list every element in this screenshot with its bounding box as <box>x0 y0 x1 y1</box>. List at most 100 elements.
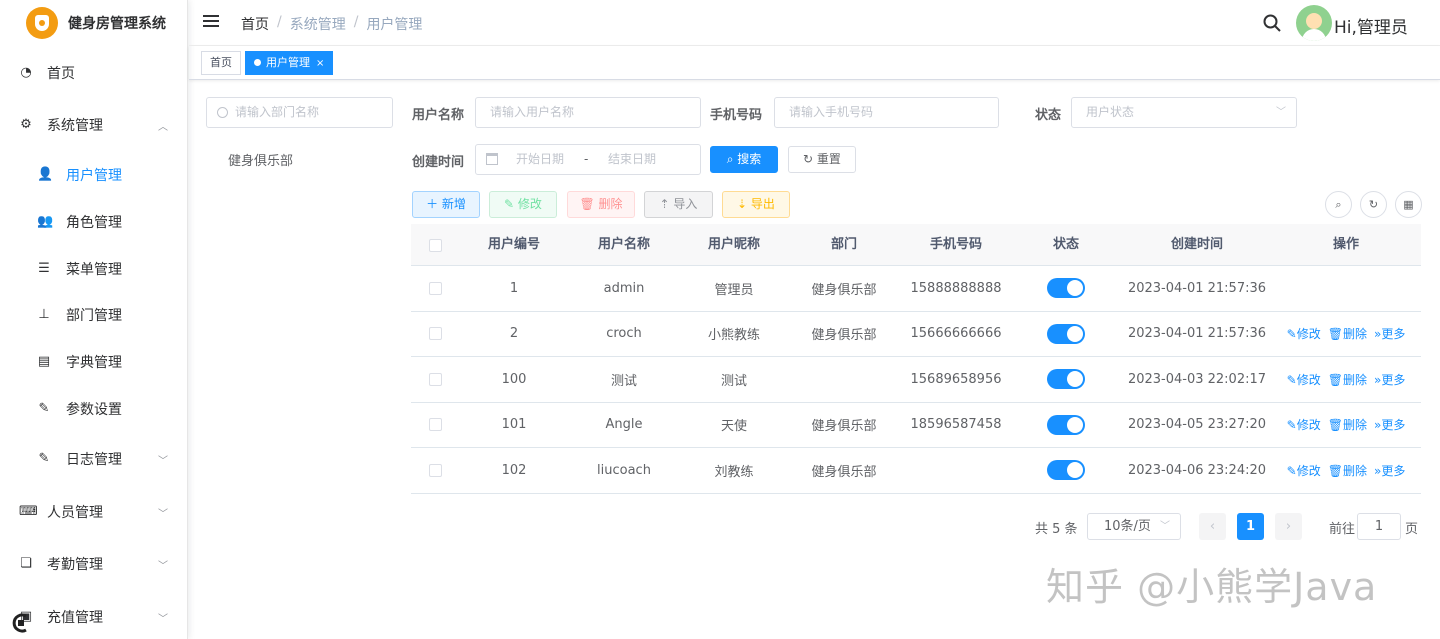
delete-button[interactable]: 🗑 删除 <box>567 191 635 218</box>
search-button[interactable]: ⌕ 搜索 <box>710 146 778 173</box>
search-icon[interactable] <box>1263 14 1281 32</box>
breadcrumb-item[interactable]: 系统管理 <box>290 14 346 34</box>
reset-button[interactable]: ↻ 重置 <box>788 146 856 173</box>
sidebar-item[interactable]: 👥 角色管理 <box>0 202 187 242</box>
prev-page-button[interactable]: ‹ <box>1199 513 1226 540</box>
refresh-icon: ↻ <box>803 152 817 166</box>
sidebar-item-label: 菜单管理 <box>66 262 122 278</box>
hamburger-icon[interactable] <box>203 15 219 29</box>
page-number[interactable]: 1 <box>1237 513 1264 540</box>
page-size-select[interactable]: 10条/页 ﹀ <box>1087 513 1181 540</box>
goto-page-input[interactable]: 1 <box>1357 513 1401 540</box>
dept-search-input[interactable]: 请输入部门名称 <box>206 97 393 128</box>
columns-icon[interactable]: ▦ <box>1395 191 1422 218</box>
status-switch[interactable] <box>1047 460 1085 481</box>
sidebar-item[interactable]: ◔ 首页 <box>0 53 187 93</box>
row-checkbox[interactable] <box>428 418 442 432</box>
status-switch[interactable] <box>1047 323 1085 344</box>
sidebar-item[interactable]: ☰ 菜单管理 <box>0 249 187 289</box>
row-checkbox[interactable] <box>428 327 442 341</box>
sidebar: 健身房管理系统 ◔ 首页 ⚙ 系统管理 ︿ 👤 用户管理 👥 角色管理 ☰ 菜单管理 ⊥ 部门管理 ▤ 字典… <box>0 0 188 639</box>
row-more-link[interactable]: »更多 <box>1374 371 1405 388</box>
close-icon[interactable]: × <box>316 58 324 69</box>
row-edit-link[interactable]: ✎修改 <box>1287 416 1321 433</box>
status-select[interactable]: 用户状态 ﹀ <box>1071 97 1297 128</box>
sidebar-item[interactable]: 👤 用户管理 <box>0 155 187 195</box>
sidebar-item[interactable]: ⚙ 系统管理 ︿ <box>0 105 187 145</box>
sidebar-item[interactable]: ✎ 日志管理 ﹀ <box>0 439 187 479</box>
sidebar-item[interactable]: ❏ 考勤管理 ﹀ <box>0 544 187 584</box>
row-checkbox[interactable] <box>428 372 442 386</box>
avatar[interactable] <box>1296 5 1332 41</box>
status-switch[interactable] <box>1047 369 1085 390</box>
row-more-link[interactable]: »更多 <box>1374 416 1405 433</box>
cell-created: 2023-04-03 22:02:17 <box>1127 371 1267 387</box>
logo[interactable]: 健身房管理系统 <box>0 0 187 46</box>
breadcrumb-separator: / <box>277 14 282 30</box>
tag-label: 用户管理 <box>266 56 310 69</box>
sidebar-item[interactable]: ⊥ 部门管理 <box>0 295 187 335</box>
row-more-link[interactable]: »更多 <box>1374 325 1405 342</box>
column-header: 状态 <box>1052 237 1079 252</box>
row-delete-link[interactable]: 🗑删除 <box>1328 462 1367 479</box>
next-page-button[interactable]: › <box>1275 513 1302 540</box>
cell-id: 102 <box>501 462 527 478</box>
upload-icon: ⇡ <box>659 197 674 211</box>
row-more-link[interactable]: »更多 <box>1374 462 1405 479</box>
tree-node[interactable]: 健身俱乐部 <box>228 150 293 169</box>
active-dot-icon <box>254 58 261 66</box>
import-button[interactable]: ⇡ 导入 <box>644 191 713 218</box>
toggle-search-icon[interactable]: ⌕ <box>1325 191 1352 218</box>
row-edit-link[interactable]: ✎修改 <box>1287 325 1321 342</box>
row-edit-link[interactable]: ✎修改 <box>1287 462 1321 479</box>
username-input[interactable]: 请输入用户名称 <box>475 97 701 128</box>
pagination-total: 共 5 条 <box>1035 522 1078 537</box>
phone-label: 手机号码 <box>710 108 763 123</box>
chevron-down-icon: ﹀ <box>1160 521 1170 532</box>
row-checkbox[interactable] <box>428 463 442 477</box>
tag-home[interactable]: 首页 <box>201 51 241 75</box>
chevron-down-icon: ﹀ <box>158 455 168 467</box>
breadcrumb-item: 用户管理 <box>366 17 423 33</box>
breadcrumb: 首页 / 系统管理 / 用户管理 <box>241 14 422 34</box>
button-label: 重置 <box>816 152 841 166</box>
sidebar-item[interactable]: ⌨ 人员管理 ﹀ <box>0 492 187 532</box>
table-row: 101 Angle 天使 健身俱乐部 18596587458 2023-04-05 23:… <box>411 403 1421 448</box>
table-row: 1 admin 管理员 健身俱乐部 15888888888 2023-04-01 21:5… <box>411 266 1421 312</box>
row-edit-link[interactable]: ✎修改 <box>1287 371 1321 388</box>
refresh-icon[interactable]: ↻ <box>1360 191 1387 218</box>
edit-icon: ✎ <box>38 401 50 416</box>
cell-nickname: 管理员 <box>714 282 754 298</box>
row-checkbox[interactable] <box>428 281 442 295</box>
cell-dept: 健身俱乐部 <box>811 419 877 435</box>
sidebar-item[interactable]: ▤ 字典管理 <box>0 342 187 382</box>
row-delete-link[interactable]: 🗑删除 <box>1328 325 1367 342</box>
cell-created: 2023-04-01 21:57:36 <box>1127 326 1267 342</box>
cell-username: admin <box>603 280 645 296</box>
breadcrumb-item[interactable]: 首页 <box>241 14 269 34</box>
edit-button[interactable]: ✎ 修改 <box>489 191 557 218</box>
status-switch[interactable] <box>1047 278 1085 299</box>
export-button[interactable]: ⇣ 导出 <box>722 191 790 218</box>
tag-user-management[interactable]: 用户管理 × <box>245 51 334 75</box>
button-label: 搜索 <box>737 152 762 166</box>
table-cell <box>415 312 455 357</box>
page-size-value: 10条/页 <box>1104 519 1151 534</box>
cell-phone <box>901 448 1011 493</box>
cell-id: 101 <box>501 417 527 433</box>
delete-icon: 🗑 <box>1327 463 1343 478</box>
user-greeting[interactable]: Hi,管理员 <box>1334 13 1408 38</box>
row-delete-link[interactable]: 🗑删除 <box>1328 371 1367 388</box>
select-all-checkbox[interactable] <box>428 238 442 252</box>
cell-id: 100 <box>501 371 527 387</box>
action-label: 删除 <box>1342 463 1367 478</box>
navbar: 首页 / 系统管理 / 用户管理 Hi,管理员 <box>189 0 1440 46</box>
column-header: 操作 <box>1332 237 1359 252</box>
date-range-picker[interactable]: 开始日期 - 结束日期 <box>475 144 701 175</box>
plus-icon: ＋ <box>426 197 442 211</box>
sidebar-item[interactable]: ✎ 参数设置 <box>0 389 187 429</box>
add-button[interactable]: ＋ 新增 <box>412 191 480 218</box>
phone-input[interactable]: 请输入手机号码 <box>774 97 999 128</box>
row-delete-link[interactable]: 🗑删除 <box>1328 416 1367 433</box>
status-switch[interactable] <box>1047 414 1085 435</box>
